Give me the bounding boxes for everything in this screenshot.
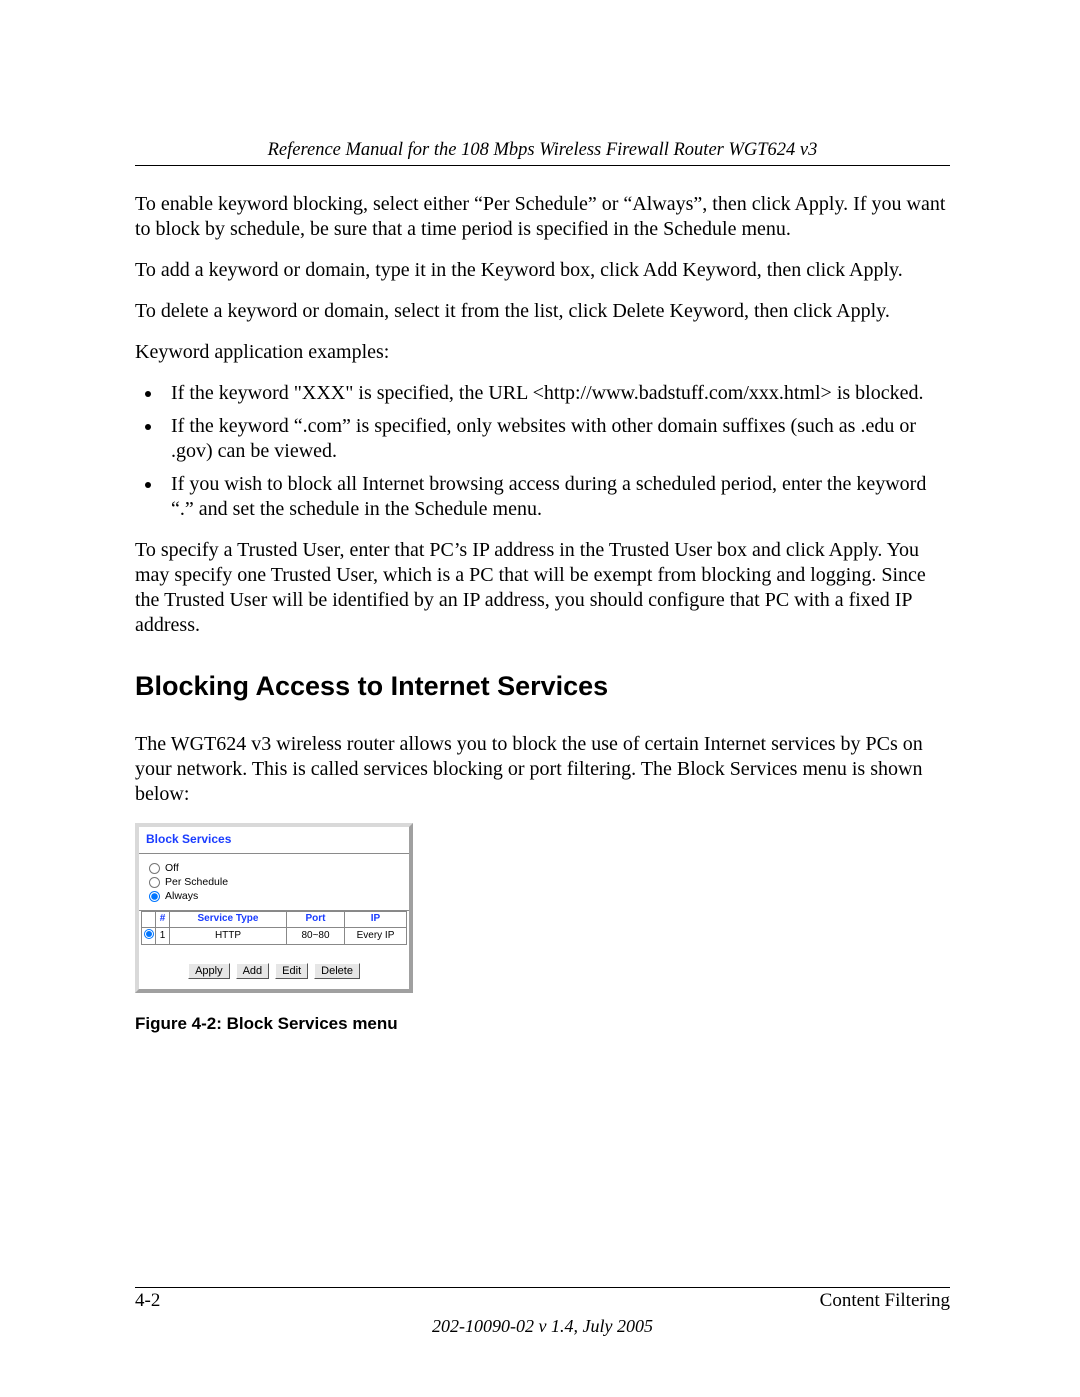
row-ip-cell: Every IP [345,927,407,945]
document-page: Reference Manual for the 108 Mbps Wirele… [0,0,1080,1397]
header-block: Reference Manual for the 108 Mbps Wirele… [135,140,950,166]
table-row[interactable]: 1 HTTP 80~80 Every IP [142,927,407,945]
row-service-type-cell: HTTP [170,927,287,945]
section-heading: Blocking Access to Internet Services [135,670,950,704]
body-content: To enable keyword blocking, select eithe… [135,192,950,1034]
table-header-row: # Service Type Port IP [142,912,407,928]
row-select-radio[interactable] [144,929,154,939]
radio-off-row[interactable]: Off [149,862,399,875]
paragraph: To add a keyword or domain, type it in t… [135,258,950,283]
paragraph: To enable keyword blocking, select eithe… [135,192,950,242]
footer-section: Content Filtering [820,1290,950,1312]
col-header-num: # [156,912,170,928]
add-button[interactable]: Add [236,963,270,979]
block-services-title: Block Services [139,827,409,854]
radio-always-row[interactable]: Always [149,890,399,903]
footer-row: 4-2 Content Filtering [135,1290,950,1312]
paragraph: The WGT624 v3 wireless router allows you… [135,732,950,807]
paragraph: To specify a Trusted User, enter that PC… [135,538,950,638]
paragraph: To delete a keyword or domain, select it… [135,299,950,324]
block-services-panel: Block Services Off Per Schedule Always [135,823,413,993]
radio-always[interactable] [149,891,160,902]
row-port-cell: 80~80 [287,927,345,945]
radio-off[interactable] [149,863,160,874]
list-item: If the keyword “.com” is specified, only… [163,414,950,464]
radio-off-label: Off [165,862,179,875]
page-number: 4-2 [135,1290,160,1312]
radio-per-schedule[interactable] [149,877,160,888]
radio-per-schedule-label: Per Schedule [165,876,228,889]
radio-always-label: Always [165,890,198,903]
list-item: If the keyword "XXX" is specified, the U… [163,381,950,406]
apply-button[interactable]: Apply [188,963,230,979]
col-header-port: Port [287,912,345,928]
bullet-list: If the keyword "XXX" is specified, the U… [135,381,950,522]
figure-caption: Figure 4-2: Block Services menu [135,1013,950,1034]
figure-block-services: Block Services Off Per Schedule Always [135,823,950,1035]
row-select-cell[interactable] [142,927,156,945]
row-num-cell: 1 [156,927,170,945]
col-header-select [142,912,156,928]
list-item: If you wish to block all Internet browsi… [163,472,950,522]
footer-publication: 202-10090-02 v 1.4, July 2005 [135,1316,950,1337]
edit-button[interactable]: Edit [275,963,308,979]
col-header-ip: IP [345,912,407,928]
block-services-button-row: Apply Add Edit Delete [139,963,409,979]
page-footer: 4-2 Content Filtering 202-10090-02 v 1.4… [135,1287,950,1337]
services-table: # Service Type Port IP 1 HTTP 80~80 Eve [141,911,407,945]
block-services-radio-group: Off Per Schedule Always [139,854,409,908]
header-rule [135,165,950,166]
running-header: Reference Manual for the 108 Mbps Wirele… [135,140,950,161]
radio-per-schedule-row[interactable]: Per Schedule [149,876,399,889]
paragraph-lead: Keyword application examples: [135,340,950,365]
col-header-service-type: Service Type [170,912,287,928]
footer-rule [135,1287,950,1288]
delete-button[interactable]: Delete [314,963,360,979]
